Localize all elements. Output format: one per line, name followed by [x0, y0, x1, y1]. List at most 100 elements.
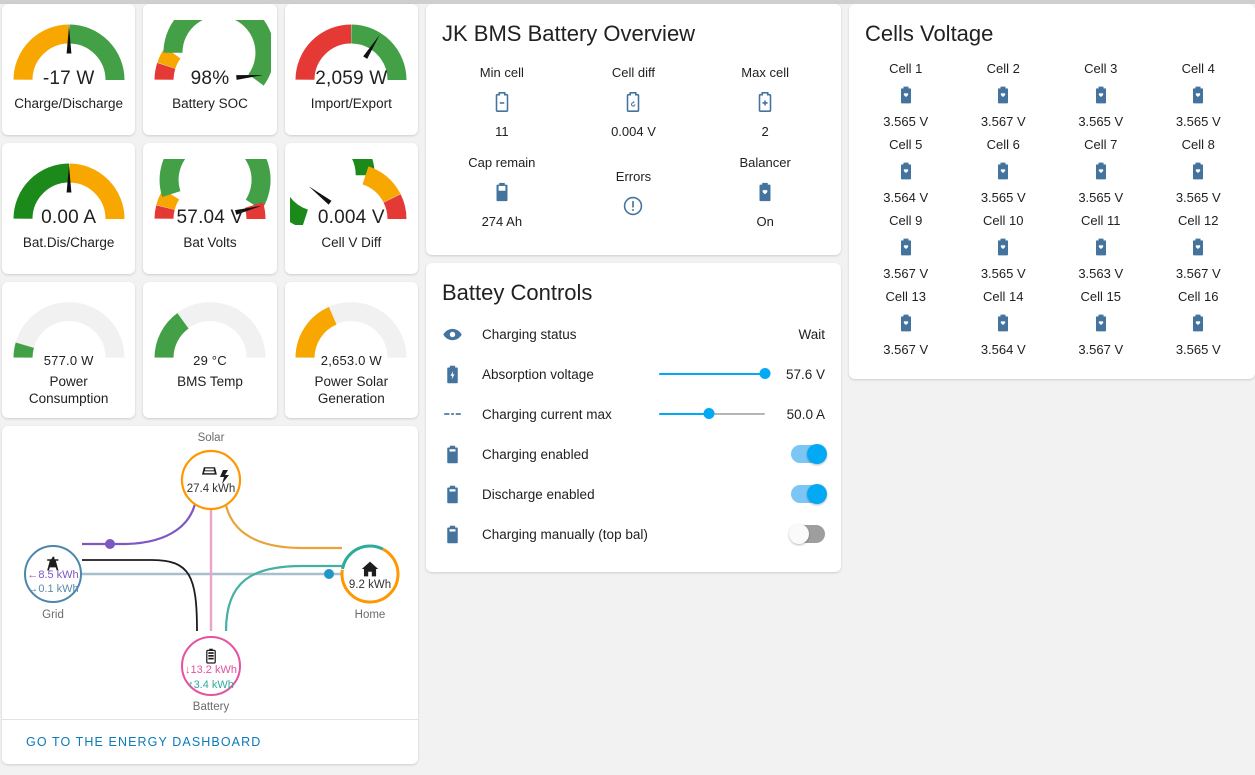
cell-glance-item[interactable]: Cell 16 3.565 V [1149, 287, 1247, 361]
solar-node[interactable] [180, 449, 242, 511]
bms-item-state: On [756, 214, 774, 229]
gauge-label: Power Consumption [28, 374, 109, 406]
battery-heart-icon [900, 238, 911, 256]
cell-name: Cell 6 [986, 137, 1020, 152]
cell-name: Cell 15 [1080, 289, 1121, 304]
cell-icon-wrap [1091, 313, 1111, 333]
cell-glance-item[interactable]: Cell 14 3.564 V [954, 287, 1052, 361]
bms-glance-item[interactable]: Cell diff 0.004 V [568, 59, 700, 147]
cell-name: Cell 5 [889, 137, 923, 152]
cell-icon-wrap [993, 313, 1013, 333]
eye-icon [443, 328, 462, 340]
cell-name: Cell 10 [982, 213, 1024, 228]
slider-knob[interactable] [703, 408, 715, 419]
cell-glance-item[interactable]: Cell 15 3.567 V [1052, 287, 1150, 361]
cell-glance-item[interactable]: Cell 6 3.565 V [954, 135, 1052, 209]
cell-glance-item[interactable]: Cell 2 3.567 V [954, 59, 1052, 133]
bms-glance-item[interactable]: Min cell 11 [436, 59, 568, 147]
gauge-card[interactable]: 2,653.0 W Power Solar Generation [284, 282, 418, 418]
control-row-icon-wrap [442, 484, 482, 505]
slider-knob[interactable] [759, 368, 771, 379]
cell-state: 3.567 V [883, 266, 929, 281]
control-toggle[interactable] [790, 484, 827, 504]
bms-glance-item[interactable]: Max cell 2 [699, 59, 831, 147]
bms-item-icon-wrap [754, 181, 776, 203]
bms-overview-card: JK BMS Battery Overview Min cell 11 Cell d… [426, 4, 841, 255]
battery-heart-icon [1193, 162, 1204, 180]
cell-glance-item[interactable]: Cell 4 3.565 V [1149, 59, 1247, 133]
cell-state: 3.565 V [1175, 114, 1221, 129]
alert-circle-icon [624, 196, 643, 216]
gauge-value: 2,653.0 W [320, 353, 382, 368]
cell-glance-item[interactable]: Cell 10 3.565 V [954, 211, 1052, 285]
cell-glance-item[interactable]: Cell 7 3.565 V [1052, 135, 1150, 209]
control-toggle[interactable] [790, 444, 827, 464]
bms-glance-item[interactable]: Errors [568, 149, 700, 237]
gauge-card[interactable]: 98% Battery SOC [143, 4, 277, 135]
gauge-value: -17 W [42, 68, 95, 89]
battery-controls-rows: Charging status Wait Absorption voltage 57.… [426, 310, 841, 572]
control-slider[interactable] [658, 364, 771, 384]
cell-glance-item[interactable]: Cell 9 3.567 V [857, 211, 955, 285]
cell-icon-wrap [896, 161, 916, 181]
cell-state: 3.564 V [980, 342, 1026, 357]
cell-glance-item[interactable]: Cell 11 3.563 V [1052, 211, 1150, 285]
cell-icon-wrap [993, 85, 1013, 105]
gauge-label: Bat.Dis/Charge [22, 235, 115, 250]
gauge-label: Bat Volts [183, 235, 237, 250]
control-row: Discharge enabled [442, 474, 827, 514]
bms-item-name: Cap remain [468, 155, 536, 170]
battery-heart-icon [1095, 314, 1106, 332]
battery-sync-icon [627, 92, 640, 112]
gauge-label: Cell V Diff [321, 235, 382, 250]
gauge-dial: 2,653.0 W [290, 298, 412, 368]
battery-out-value: ↑3.4 kWh [188, 679, 234, 691]
cell-glance-item[interactable]: Cell 5 3.564 V [857, 135, 955, 209]
bms-item-icon-wrap [491, 181, 513, 203]
cell-name: Cell 8 [1181, 137, 1215, 152]
cell-icon-wrap [1091, 85, 1111, 105]
cell-name: Cell 2 [986, 61, 1020, 76]
cell-state: 3.567 V [1175, 266, 1221, 281]
go-to-energy-dashboard-link[interactable]: GO TO THE ENERGY DASHBOARD [26, 735, 261, 749]
control-row-label: Absorption voltage [482, 366, 594, 382]
gauge-card[interactable]: 29 °C BMS Temp [143, 282, 277, 418]
cell-icon-wrap [1188, 161, 1208, 181]
bms-glance-item[interactable]: Cap remain 274 Ah [436, 149, 568, 237]
cell-glance-item[interactable]: Cell 8 3.565 V [1149, 135, 1247, 209]
cell-glance-item[interactable]: Cell 3 3.565 V [1052, 59, 1150, 133]
gauge-dial: 98% [149, 20, 271, 89]
cell-glance-item[interactable]: Cell 13 3.567 V [857, 287, 955, 361]
bms-item-state: 11 [495, 124, 509, 139]
cell-glance-item[interactable]: Cell 1 3.565 V [857, 59, 955, 133]
control-row-label: Discharge enabled [482, 486, 595, 502]
gauge-dial: -17 W [8, 20, 130, 89]
gauge-card[interactable]: 577.0 W Power Consumption [2, 282, 136, 418]
cell-glance-item[interactable]: Cell 12 3.567 V [1149, 211, 1247, 285]
grid-in-value: ←8.5 kWh [27, 569, 78, 581]
control-row-icon-wrap [442, 404, 482, 425]
gauge-value: 0.004 V [317, 207, 385, 228]
gauge-label: Battery SOC [172, 96, 248, 111]
battery-heart-icon [1193, 238, 1204, 256]
bms-glance-item[interactable]: Balancer On [699, 149, 831, 237]
battery-heart-icon [998, 314, 1009, 332]
cell-state: 3.563 V [1078, 266, 1124, 281]
gauge-card[interactable]: -17 W Charge/Discharge [2, 4, 136, 135]
cell-state: 3.565 V [1078, 114, 1124, 129]
control-toggle[interactable] [788, 524, 825, 544]
gauge-card[interactable]: 2,059 W Import/Export [284, 4, 418, 135]
solar-label: Solar [198, 432, 225, 444]
control-row-value: 50.0 A [786, 406, 825, 422]
battery-switch-icon [447, 525, 458, 543]
battery-minus-icon [495, 92, 509, 112]
gauge-card[interactable]: 57.04 V Bat Volts [143, 143, 277, 274]
bms-item-name: Max cell [741, 65, 789, 80]
bms-overview-title: JK BMS Battery Overview [442, 21, 696, 46]
gauge-card[interactable]: 0.004 V Cell V Diff [284, 143, 418, 274]
control-slider[interactable] [658, 404, 765, 424]
cell-icon-wrap [896, 237, 916, 257]
bms-item-state: 0.004 V [611, 124, 656, 139]
gauge-card[interactable]: 0.00 A Bat.Dis/Charge [2, 143, 136, 274]
cell-name: Cell 4 [1181, 61, 1215, 76]
